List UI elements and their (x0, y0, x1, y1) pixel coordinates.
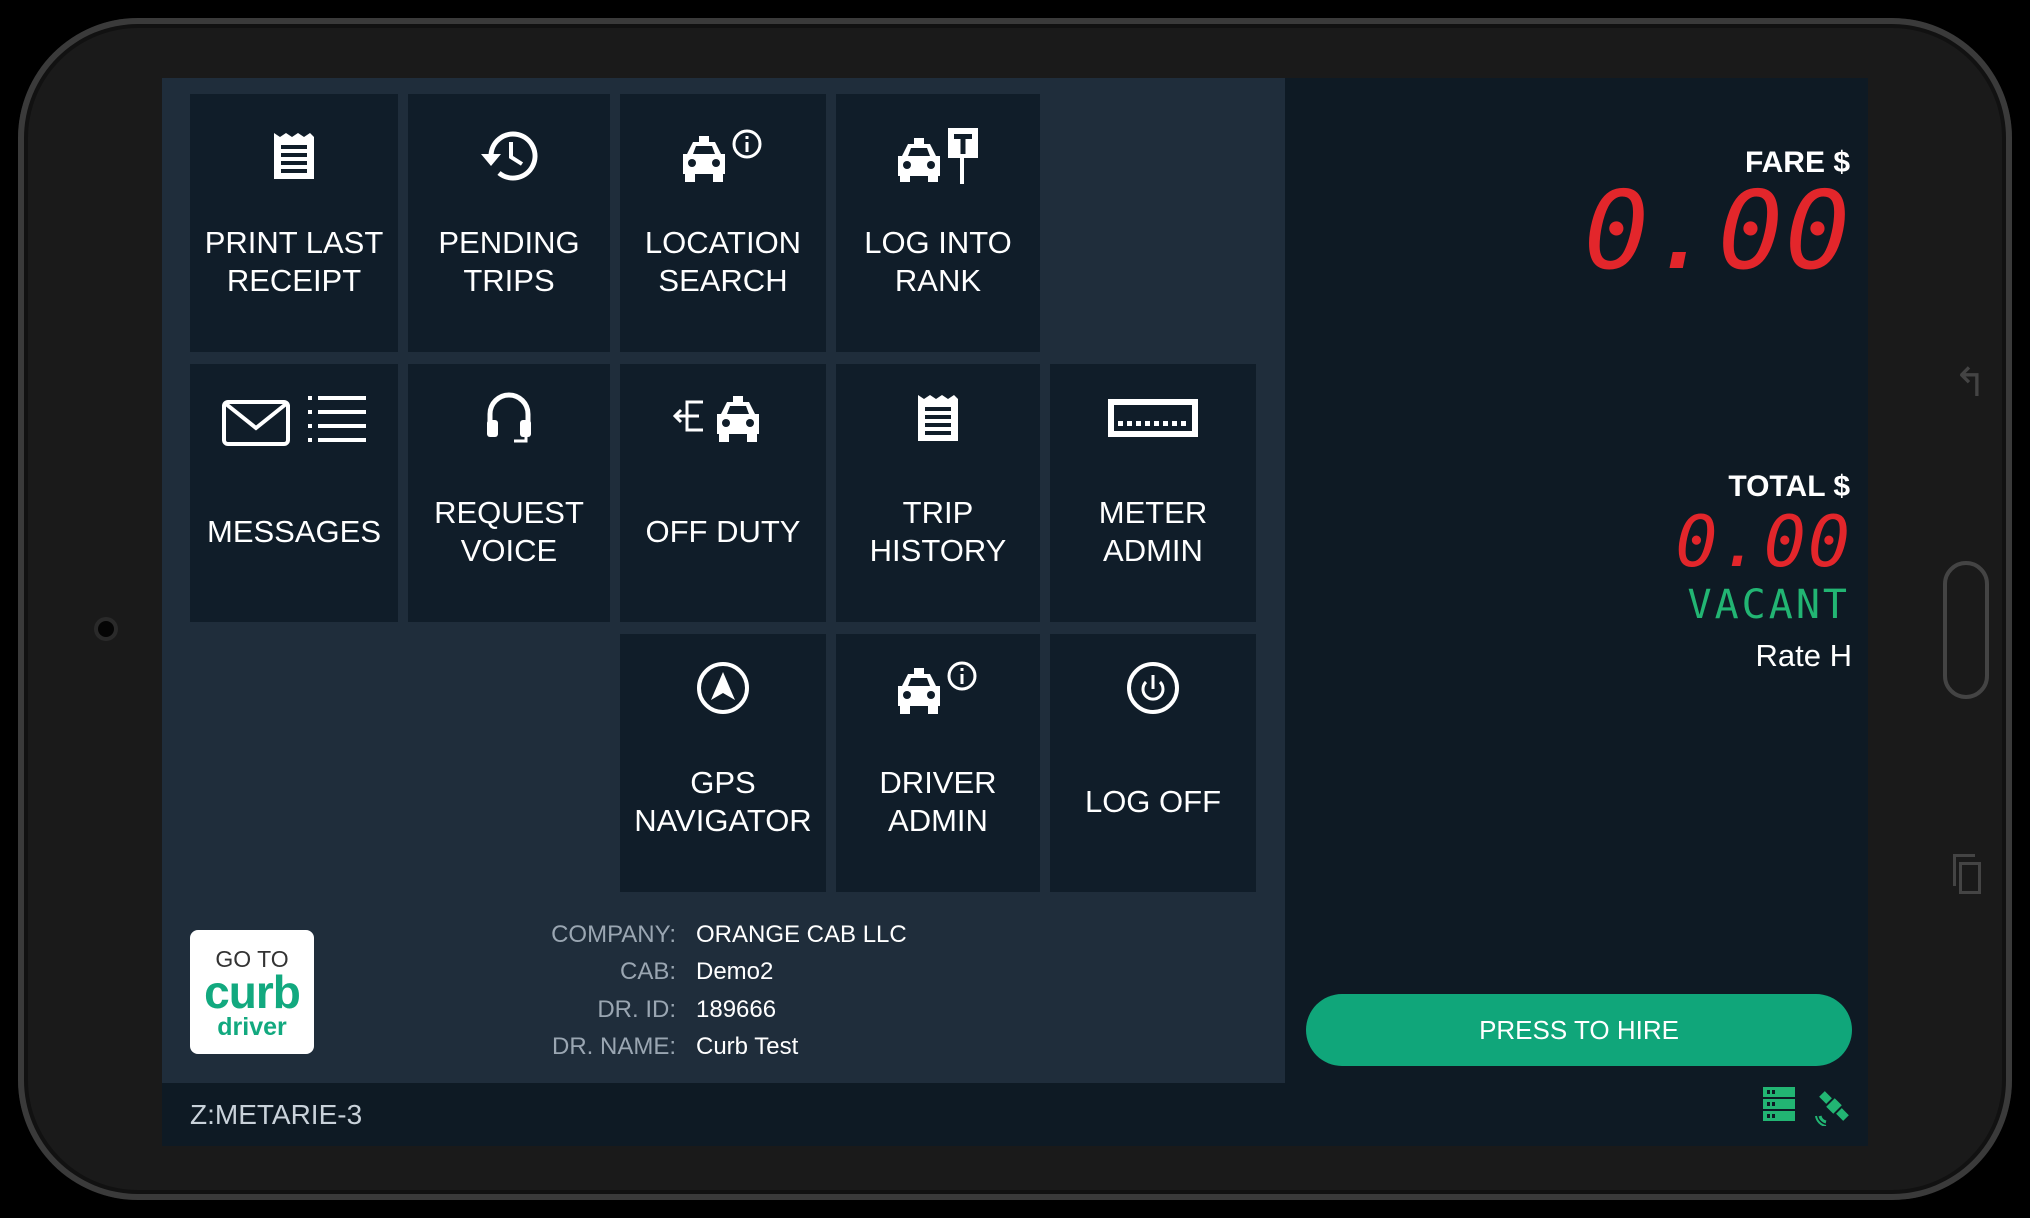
request-voice-button[interactable]: REQUEST VOICE (408, 364, 610, 622)
server-status-icon (1762, 1086, 1796, 1131)
navigation-arrow-icon (620, 648, 826, 728)
info-label: CAB: (619, 958, 676, 986)
tile-label: GPS NAVIGATOR (634, 765, 812, 838)
log-into-rank-button[interactable]: LOG INTO RANK (836, 94, 1040, 352)
history-clock-icon (408, 116, 610, 196)
receipt-icon (836, 378, 1040, 458)
total-label: TOTAL $ (1728, 470, 1850, 503)
tile-label: METER ADMIN (1098, 495, 1208, 568)
tile-label: LOG OFF (1084, 784, 1222, 819)
front-camera (98, 621, 114, 637)
driver-name-value: Curb Test (696, 1033, 799, 1061)
press-to-hire-button[interactable]: PRESS TO HIRE (1306, 994, 1852, 1066)
gps-navigator-button[interactable]: GPS NAVIGATOR (620, 634, 826, 892)
info-row-driver-name: DR. NAME: Curb Test (492, 1029, 1092, 1067)
pending-trips-button[interactable]: PENDING TRIPS (408, 94, 610, 352)
status-vacant: VACANT (1687, 582, 1850, 628)
driver-info: COMPANY: ORANGE CAB LLC CAB: Demo2 DR. I… (492, 916, 1092, 1066)
info-row-driver-id: DR. ID: 189666 (492, 991, 1092, 1029)
home-hardware-button[interactable] (1943, 561, 1989, 699)
back-hardware-icon[interactable]: ↰ (1951, 363, 1989, 403)
status-icons (1762, 1086, 1854, 1131)
total-display: 0.00 (1675, 501, 1852, 583)
print-last-receipt-button[interactable]: PRINT LAST RECEIPT (190, 94, 398, 352)
messages-button[interactable]: MESSAGES (190, 364, 398, 622)
tile-label: MESSAGES (207, 514, 381, 549)
driver-admin-button[interactable]: DRIVER ADMIN (836, 634, 1040, 892)
driver-id-value: 189666 (696, 995, 777, 1023)
cab-value: Demo2 (696, 958, 774, 986)
meter-display-icon (1050, 378, 1256, 458)
meter-screen: PRINT LAST RECEIPT PENDING TRIPS LOCATIO… (162, 78, 1868, 1146)
tile-label: LOCATION SEARCH (644, 225, 802, 298)
taxi-rank-sign-icon (836, 116, 1040, 196)
tile-label: OFF DUTY (645, 514, 801, 549)
log-off-button[interactable]: LOG OFF (1050, 634, 1256, 892)
headset-icon (408, 378, 610, 458)
info-label: DR. NAME: (551, 1033, 676, 1061)
zone-label: Z:METARIE-3 (190, 1099, 363, 1130)
tile-label: DRIVER ADMIN (879, 765, 997, 838)
taxi-info-icon (836, 648, 1040, 728)
info-label: DR. ID: (597, 995, 676, 1023)
taxi-info-icon (620, 116, 826, 196)
tile-label: TRIP HISTORY (869, 495, 1007, 568)
receipt-icon (190, 116, 398, 196)
location-search-button[interactable]: LOCATION SEARCH (620, 94, 826, 352)
tile-label: LOG INTO RANK (864, 225, 1012, 298)
menu-panel: PRINT LAST RECEIPT PENDING TRIPS LOCATIO… (162, 78, 1285, 1083)
fare-display: 0.00 (1583, 169, 1852, 294)
company-value: ORANGE CAB LLC (696, 920, 907, 948)
envelope-list-icon (190, 382, 398, 462)
recent-apps-hardware-icon[interactable] (1953, 854, 1981, 894)
satellite-gps-icon (1814, 1086, 1854, 1131)
tile-label: PRINT LAST RECEIPT (204, 225, 384, 298)
curb-driver-text: driver (217, 1013, 287, 1041)
info-row-cab: CAB: Demo2 (492, 954, 1092, 992)
meter-panel: FARE $ 0.00 TOTAL $ 0.00 VACANT Rate H (1285, 78, 1868, 1083)
power-icon (1050, 648, 1256, 728)
exit-taxi-icon (620, 378, 826, 458)
tile-label: REQUEST VOICE (434, 495, 584, 568)
meter-admin-button[interactable]: METER ADMIN (1050, 364, 1256, 622)
curb-logo: curb (204, 966, 301, 1018)
go-to-curb-driver-button[interactable]: GO TO curb driver (190, 930, 314, 1054)
info-label: COMPANY: (551, 920, 676, 948)
tile-label: PENDING TRIPS (438, 225, 580, 298)
rate-label: Rate H (1755, 638, 1852, 673)
info-row-company: COMPANY: ORANGE CAB LLC (492, 916, 1092, 954)
off-duty-button[interactable]: OFF DUTY (620, 364, 826, 622)
trip-history-button[interactable]: TRIP HISTORY (836, 364, 1040, 622)
